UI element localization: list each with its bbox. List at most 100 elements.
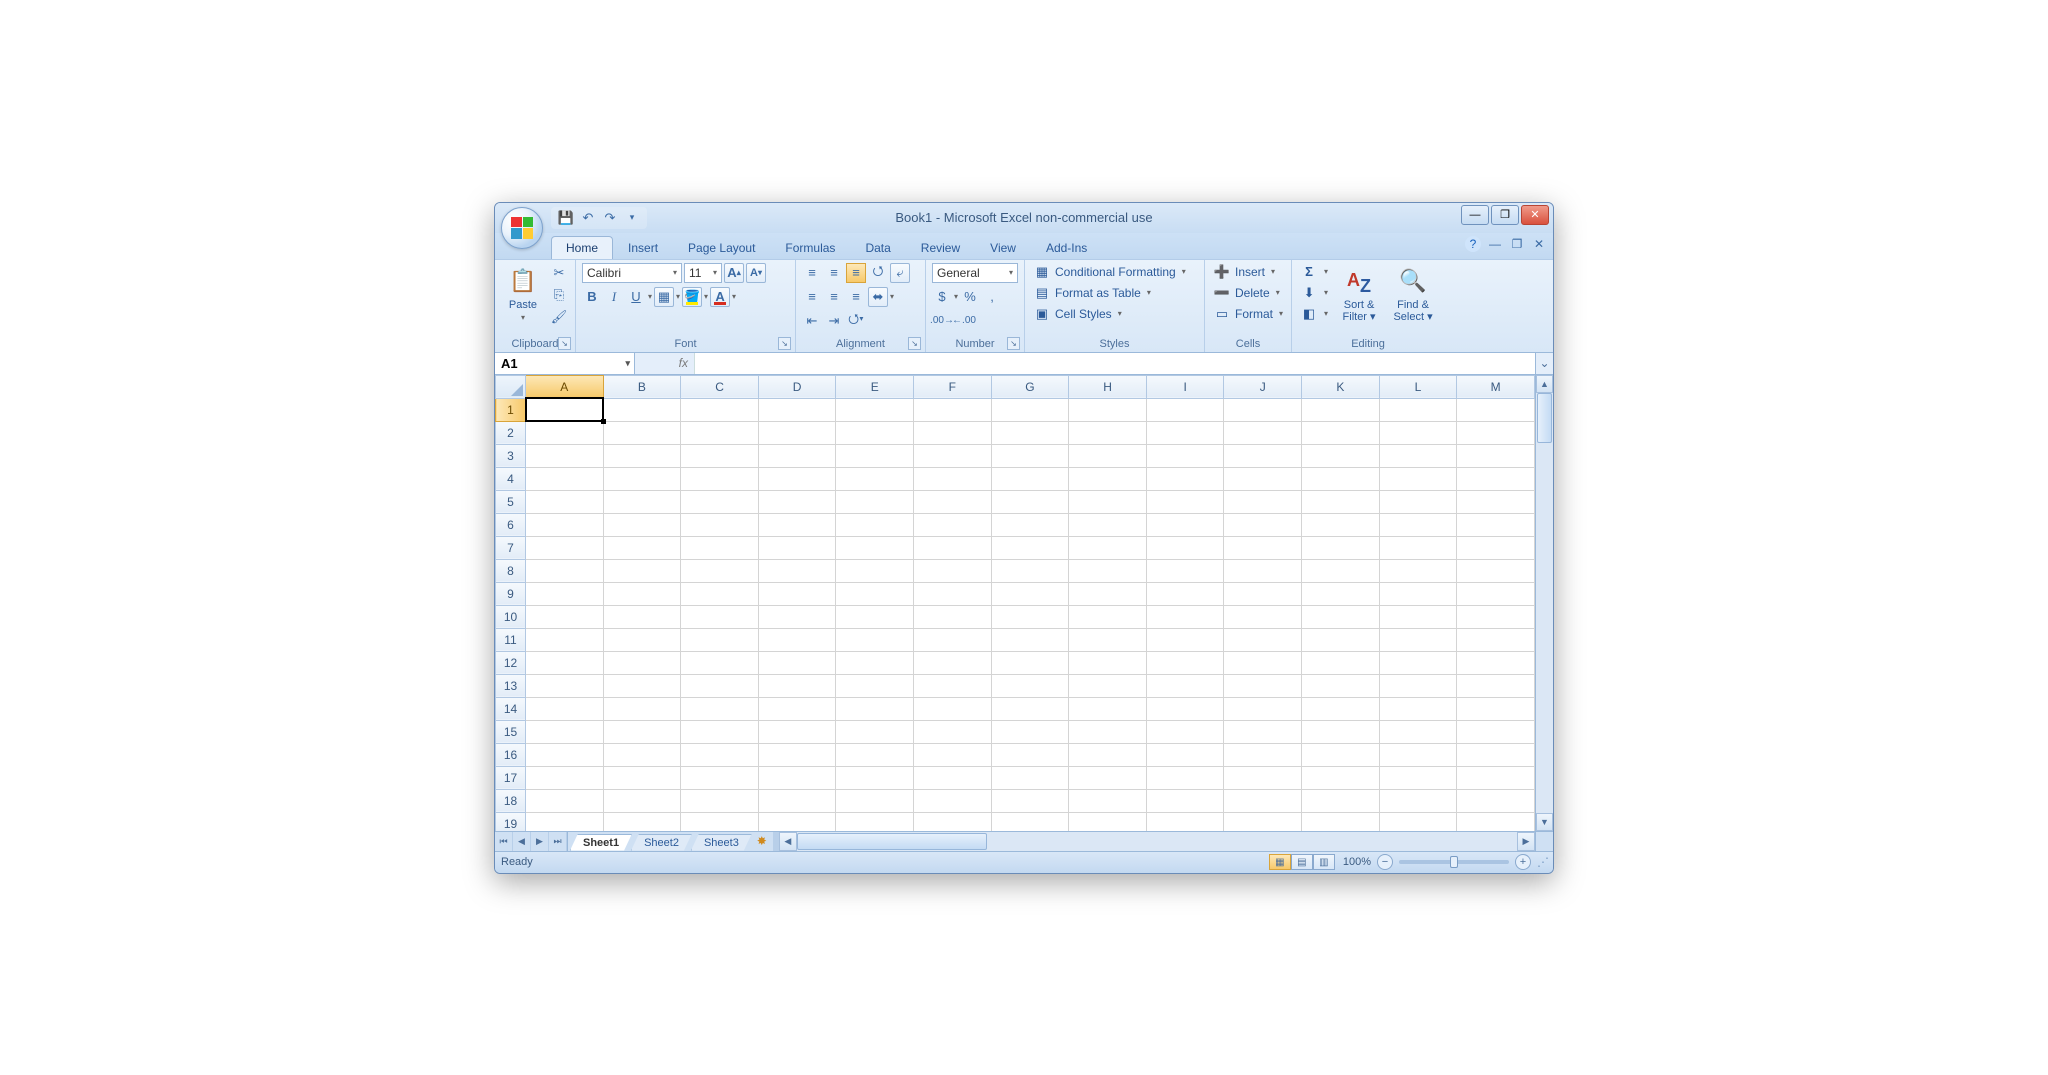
minimize-button[interactable]: — [1461,205,1489,225]
cell[interactable] [681,467,759,490]
cell[interactable] [681,674,759,697]
cell[interactable] [836,513,914,536]
grow-font-icon[interactable]: A▴ [724,263,744,283]
cell[interactable] [914,490,992,513]
cell[interactable] [1379,605,1457,628]
cell[interactable] [1379,697,1457,720]
cell[interactable] [1224,398,1302,421]
cell[interactable] [758,743,836,766]
cell[interactable] [836,651,914,674]
cell[interactable] [603,789,681,812]
cell[interactable] [526,628,604,651]
first-sheet-icon[interactable]: ⏮ [495,832,513,851]
tab-home[interactable]: Home [551,236,613,259]
cell[interactable] [836,605,914,628]
cell[interactable] [526,467,604,490]
row-header[interactable]: 8 [496,559,526,582]
sheet-tab[interactable]: Sheet2 [631,834,692,851]
cell[interactable] [991,421,1069,444]
tab-page-layout[interactable]: Page Layout [673,236,770,259]
cell[interactable] [1224,674,1302,697]
cell[interactable] [1302,582,1380,605]
cell[interactable] [1302,651,1380,674]
cell[interactable] [1069,559,1147,582]
cell[interactable] [836,490,914,513]
cell[interactable] [1224,720,1302,743]
cell[interactable] [526,651,604,674]
cell[interactable] [681,536,759,559]
cell[interactable] [836,697,914,720]
cell[interactable] [603,467,681,490]
cell[interactable] [1457,536,1535,559]
cell[interactable] [758,421,836,444]
cell[interactable] [758,490,836,513]
cell[interactable] [1069,444,1147,467]
row-header[interactable]: 12 [496,651,526,674]
cell[interactable] [1146,536,1224,559]
scroll-thumb[interactable] [797,833,987,850]
resize-grip-icon[interactable]: ⋰ [1537,855,1547,869]
cell[interactable] [1302,812,1380,831]
cell[interactable] [758,628,836,651]
wrap-text-icon[interactable]: ⤶ [890,263,910,283]
cell[interactable] [914,467,992,490]
cell[interactable] [1302,444,1380,467]
cell[interactable] [1302,559,1380,582]
row-header[interactable]: 1 [496,398,526,421]
cell[interactable] [1224,743,1302,766]
cut-icon[interactable]: ✂ [549,263,569,283]
help-icon[interactable]: ? [1465,236,1481,252]
row-header[interactable]: 2 [496,421,526,444]
cell[interactable] [603,628,681,651]
prev-sheet-icon[interactable]: ◀ [513,832,531,851]
cell[interactable] [681,743,759,766]
cell[interactable] [1146,743,1224,766]
cell[interactable] [681,697,759,720]
page-layout-view-icon[interactable]: ▤ [1291,854,1313,870]
align-right-icon[interactable]: ≡ [846,287,866,307]
select-all-corner[interactable] [496,375,526,398]
column-header[interactable]: J [1224,375,1302,398]
cell[interactable] [914,789,992,812]
close-button[interactable]: ✕ [1521,205,1549,225]
cell[interactable] [681,582,759,605]
expand-formula-bar-icon[interactable]: ⌄ [1535,353,1553,374]
cell[interactable] [526,536,604,559]
cell[interactable] [681,605,759,628]
cell[interactable] [1146,674,1224,697]
row-header[interactable]: 13 [496,674,526,697]
row-header[interactable]: 6 [496,513,526,536]
cell[interactable] [758,582,836,605]
zoom-level[interactable]: 100% [1343,856,1371,868]
last-sheet-icon[interactable]: ⏭ [549,832,567,851]
cell[interactable] [1146,582,1224,605]
cell[interactable] [1457,398,1535,421]
column-header[interactable]: A [526,375,604,398]
cell[interactable] [1302,421,1380,444]
cell[interactable] [1146,467,1224,490]
cell[interactable] [836,582,914,605]
row-header[interactable]: 9 [496,582,526,605]
cell[interactable] [914,766,992,789]
cell[interactable] [603,421,681,444]
cell[interactable] [1302,490,1380,513]
cell[interactable] [1224,536,1302,559]
cell[interactable] [991,490,1069,513]
cell[interactable] [1069,513,1147,536]
row-header[interactable]: 18 [496,789,526,812]
column-header[interactable]: L [1379,375,1457,398]
column-header[interactable]: E [836,375,914,398]
accounting-format-icon[interactable]: $ [932,287,952,307]
cell[interactable] [1224,467,1302,490]
zoom-out-icon[interactable]: − [1377,854,1393,870]
shrink-font-icon[interactable]: A▾ [746,263,766,283]
merge-center-icon[interactable]: ⬌ [868,287,888,307]
cell[interactable] [1457,490,1535,513]
align-left-icon[interactable]: ≡ [802,287,822,307]
cell[interactable] [526,490,604,513]
cell[interactable] [1457,697,1535,720]
cell[interactable] [1379,467,1457,490]
cell[interactable] [1379,766,1457,789]
percent-format-icon[interactable]: % [960,287,980,307]
name-box[interactable]: A1 ▾ [495,353,635,374]
